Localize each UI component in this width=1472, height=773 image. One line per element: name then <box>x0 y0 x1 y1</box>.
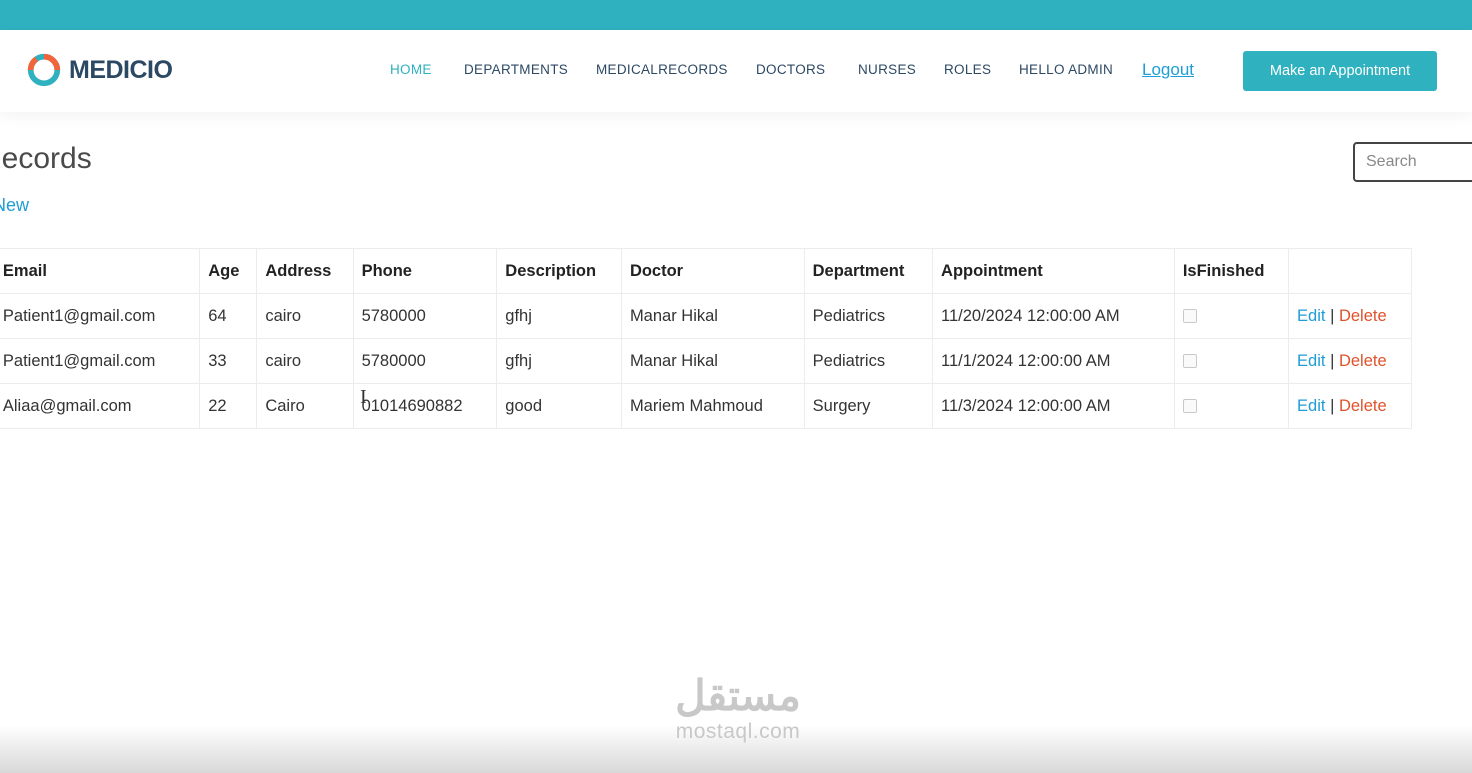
brand-name: MEDICIO <box>69 55 173 84</box>
cell-appointment: 11/1/2024 12:00:00 AM <box>932 338 1175 384</box>
cell-appointment: 11/3/2024 12:00:00 AM <box>932 383 1175 429</box>
column-header-appointment: Appointment <box>932 248 1175 294</box>
isfinished-checkbox[interactable] <box>1182 399 1197 414</box>
cell-phone: 01014690882 <box>352 383 498 429</box>
mostaql-watermark: مستقل mostaql.com <box>648 672 828 744</box>
cell-department: Pediatrics <box>803 293 934 339</box>
brand-logo[interactable]: MEDICIO <box>25 51 173 89</box>
cell-description: gfhj <box>496 293 622 339</box>
column-header-isfinished: IsFinished <box>1173 248 1290 294</box>
cell-actions: Edit | Delete <box>1288 293 1412 339</box>
table-row: Aliaa@gmail.com 22 Cairo 01014690882 goo… <box>0 383 1412 429</box>
table-header-row: Email Age Address Phone Description Doct… <box>0 248 1412 294</box>
nav-home[interactable]: HOME <box>390 62 432 77</box>
delete-link[interactable]: Delete <box>1339 397 1387 415</box>
cell-age: 33 <box>199 338 258 384</box>
cell-age: 64 <box>199 293 258 339</box>
page-title: Records <box>0 142 92 175</box>
cell-description: gfhj <box>496 338 622 384</box>
cell-email: Aliaa@gmail.com <box>0 383 201 429</box>
column-header-doctor: Doctor <box>620 248 805 294</box>
cell-isfinished <box>1173 293 1290 339</box>
ring-logo-icon <box>27 53 61 87</box>
edit-link[interactable]: Edit <box>1297 397 1325 415</box>
nav-hello-admin[interactable]: HELLO ADMIN <box>1019 62 1113 77</box>
cell-address: cairo <box>256 293 354 339</box>
delete-link[interactable]: Delete <box>1339 307 1387 325</box>
records-table: Email Age Address Phone Description Doct… <box>0 248 1412 429</box>
isfinished-checkbox[interactable] <box>1182 309 1197 324</box>
action-separator: | <box>1330 351 1335 370</box>
cell-department: Surgery <box>803 383 934 429</box>
delete-link[interactable]: Delete <box>1339 352 1387 370</box>
cell-doctor: Manar Hikal <box>620 293 805 339</box>
cell-actions: Edit | Delete <box>1288 383 1412 429</box>
column-header-description: Description <box>496 248 622 294</box>
cell-department: Pediatrics <box>803 338 934 384</box>
action-separator: | <box>1330 396 1335 415</box>
cell-age: 22 <box>199 383 258 429</box>
cell-address: Cairo <box>256 383 354 429</box>
text-cursor-icon: I <box>360 386 367 408</box>
cell-isfinished <box>1173 383 1290 429</box>
nav-nurses[interactable]: NURSES <box>858 62 916 77</box>
search-input[interactable] <box>1353 142 1472 182</box>
site-header: MEDICIO HOME DEPARTMENTS MEDICALRECORDS … <box>0 30 1472 112</box>
nav-doctors[interactable]: DOCTORS <box>756 62 825 77</box>
column-header-department: Department <box>803 248 934 294</box>
column-header-phone: Phone <box>352 248 498 294</box>
watermark-arabic: مستقل <box>675 672 801 719</box>
cell-description: good <box>496 383 622 429</box>
cell-email: Patient1@gmail.com <box>0 338 201 384</box>
cell-email: Patient1@gmail.com <box>0 293 201 339</box>
cell-phone: 5780000 <box>352 293 498 339</box>
cell-isfinished <box>1173 338 1290 384</box>
cell-actions: Edit | Delete <box>1288 338 1412 384</box>
table-row: Patient1@gmail.com 33 cairo 5780000 gfhj… <box>0 338 1412 384</box>
nav-medical-records[interactable]: MEDICALRECORDS <box>596 62 728 77</box>
edit-link[interactable]: Edit <box>1297 352 1325 370</box>
nav-roles[interactable]: ROLES <box>944 62 991 77</box>
watermark-latin: mostaql.com <box>675 720 801 743</box>
create-new-link[interactable]: New <box>0 195 29 216</box>
column-header-age: Age <box>199 248 258 294</box>
column-header-address: Address <box>256 248 354 294</box>
action-separator: | <box>1330 306 1335 325</box>
table-row: Patient1@gmail.com 64 cairo 5780000 gfhj… <box>0 293 1412 339</box>
cell-phone: 5780000 <box>352 338 498 384</box>
nav-departments[interactable]: DEPARTMENTS <box>464 62 568 77</box>
make-appointment-button[interactable]: Make an Appointment <box>1243 51 1437 91</box>
cell-address: cairo <box>256 338 354 384</box>
cell-doctor: Mariem Mahmoud <box>620 383 805 429</box>
isfinished-checkbox[interactable] <box>1182 354 1197 369</box>
cell-appointment: 11/20/2024 12:00:00 AM <box>932 293 1175 339</box>
edit-link[interactable]: Edit <box>1297 307 1325 325</box>
column-header-actions <box>1288 248 1412 294</box>
top-accent-bar <box>0 0 1472 30</box>
cell-doctor: Manar Hikal <box>620 338 805 384</box>
logout-link[interactable]: Logout <box>1142 60 1194 80</box>
column-header-email: Email <box>0 248 201 294</box>
